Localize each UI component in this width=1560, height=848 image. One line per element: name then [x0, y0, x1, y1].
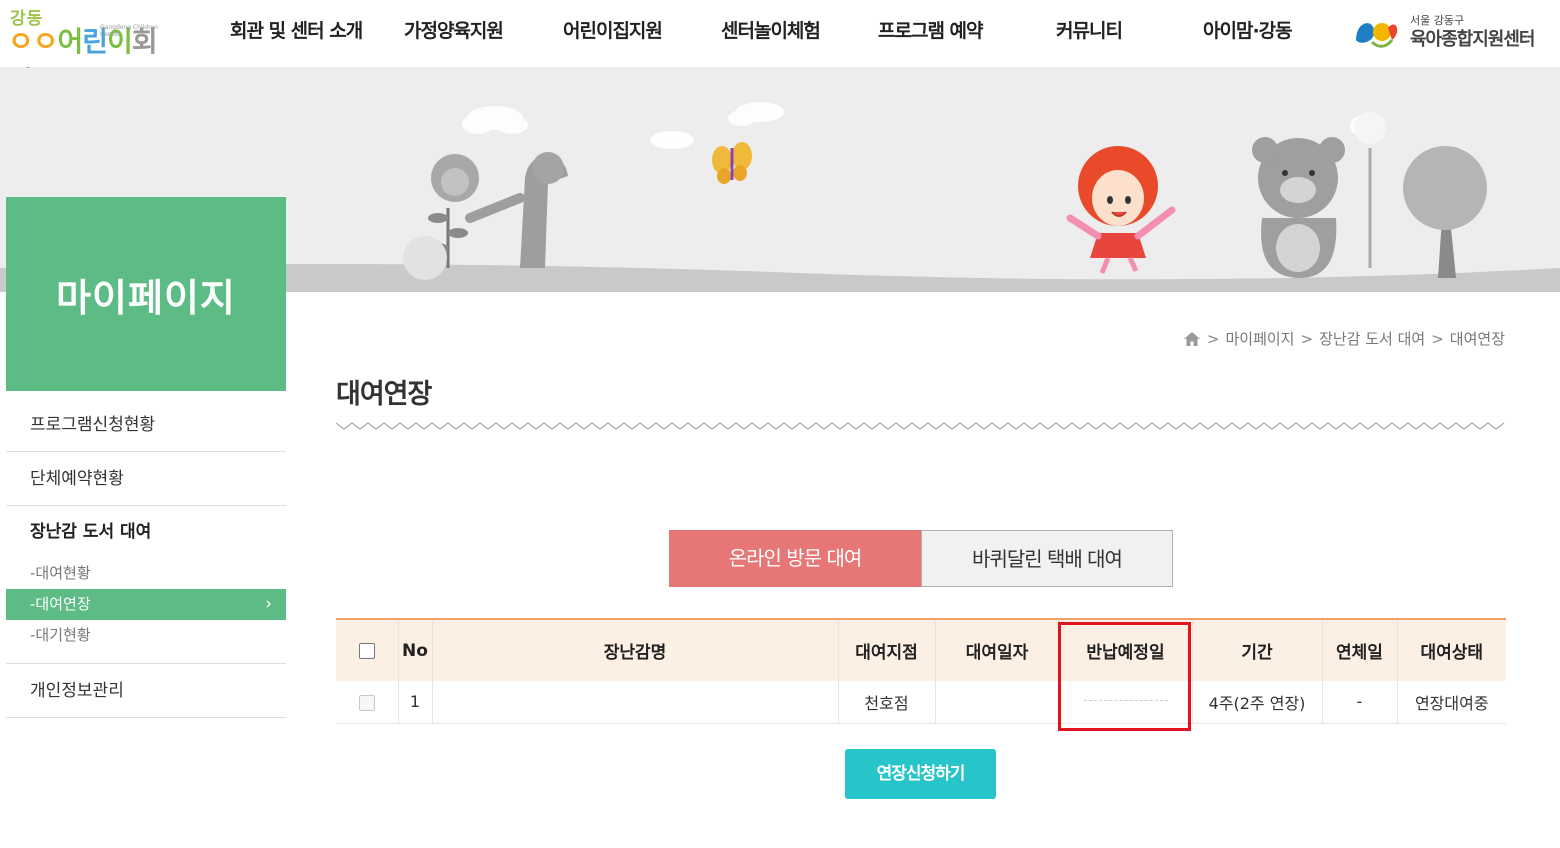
- rental-type-tabs: 온라인 방문 대여 바퀴달린 택배 대여: [669, 530, 1173, 587]
- cell-overdue: -: [1322, 681, 1398, 724]
- title-zigzag-divider: [336, 422, 1505, 430]
- breadcrumb-item-toy-book-rental[interactable]: 장난감 도서 대여: [1319, 328, 1425, 349]
- row-checkbox[interactable]: [358, 694, 375, 711]
- chevron-right-icon: ›: [265, 594, 272, 614]
- cell-branch: 천호점: [838, 681, 936, 724]
- header-no: No: [398, 619, 433, 681]
- nav-item-about[interactable]: 회관 및 센터 소개: [230, 16, 363, 43]
- logo-sub: Gangdong Children Center: [100, 24, 158, 38]
- select-all-checkbox[interactable]: [358, 642, 375, 659]
- extend-request-button[interactable]: 연장신청하기: [845, 749, 996, 799]
- site-logo[interactable]: 강동 ㅇㅇ어린이회관 Gangdong Children Center: [8, 4, 178, 98]
- cell-rent-date: [935, 681, 1060, 724]
- return-date-highlight-box: [1058, 622, 1191, 731]
- partner-logo[interactable]: 서울 강동구 육아종합지원센터: [1352, 10, 1542, 52]
- header-branch: 대여지점: [838, 619, 936, 681]
- tab-online-visit-rental[interactable]: 온라인 방문 대여: [669, 530, 921, 587]
- nav-item-home-parenting[interactable]: 가정양육지원: [404, 16, 504, 43]
- header-period: 기간: [1192, 619, 1323, 681]
- breadcrumb: > 마이페이지 > 장난감 도서 대여 > 대여연장: [1183, 328, 1505, 349]
- partner-line2: 육아종합지원센터: [1410, 29, 1535, 50]
- sidebar-item-personal-info[interactable]: 개인정보관리: [6, 664, 286, 718]
- breadcrumb-separator: >: [1431, 329, 1444, 348]
- sidebar-group-title[interactable]: 장난감 도서 대여: [6, 506, 286, 558]
- cell-period: 4주(2주 연장): [1192, 681, 1323, 724]
- cell-no: 1: [398, 681, 433, 724]
- sidebar-item-program-status[interactable]: 프로그램신청현황: [6, 398, 286, 452]
- table-row: 1 천호점 4주(2주 연장) - 연장대여중: [336, 681, 1506, 724]
- sidebar-item-group-booking[interactable]: 단체예약현황: [6, 452, 286, 506]
- rental-extension-table: No 장난감명 대여지점 대여일자 반납예정일 기간 연체일 대여상태 1 천호…: [336, 618, 1506, 724]
- nav-item-imom-gangdong[interactable]: 아이맘·강동: [1203, 16, 1293, 43]
- header-overdue: 연체일: [1322, 619, 1398, 681]
- sidebar-group-toy-book-rental: 장난감 도서 대여 -대여현황 -대여연장 › -대기현황: [6, 506, 286, 664]
- page-title: 대여연장: [336, 379, 432, 410]
- table-header-row: No 장난감명 대여지점 대여일자 반납예정일 기간 연체일 대여상태: [336, 619, 1506, 681]
- header-select-all: [336, 619, 399, 681]
- sidebar-menu: 프로그램신청현황 단체예약현황 장난감 도서 대여 -대여현황 -대여연장 › …: [6, 398, 286, 718]
- sidebar-sub-rental-extension-label: -대여연장: [30, 595, 91, 613]
- nav-item-program-booking[interactable]: 프로그램 예약: [878, 16, 983, 43]
- cell-status: 연장대여중: [1397, 681, 1506, 724]
- nav-item-community[interactable]: 커뮤니티: [1056, 16, 1123, 43]
- breadcrumb-item-mypage[interactable]: 마이페이지: [1225, 328, 1294, 349]
- header-toy-name: 장난감명: [432, 619, 839, 681]
- sidebar-sub-waiting-status[interactable]: -대기현황: [6, 620, 286, 651]
- cell-toy-name: [432, 681, 839, 724]
- partner-mark-icon: [1356, 23, 1398, 48]
- cell-select: [336, 681, 399, 724]
- breadcrumb-separator: >: [1206, 329, 1220, 348]
- home-icon[interactable]: [1183, 330, 1201, 348]
- header-rent-date: 대여일자: [935, 619, 1060, 681]
- tab-delivery-rental[interactable]: 바퀴달린 택배 대여: [921, 530, 1173, 587]
- sidebar-title-text: 마이페이지: [56, 275, 236, 320]
- nav-item-play-experience[interactable]: 센터놀이체험: [721, 16, 821, 43]
- sidebar-sub-rental-status[interactable]: -대여현황: [6, 558, 286, 589]
- sidebar-title: 마이페이지: [6, 197, 286, 391]
- breadcrumb-separator: >: [1300, 329, 1314, 348]
- nav-item-daycare-support[interactable]: 어린이집지원: [563, 16, 663, 43]
- site-header: 강동 ㅇㅇ어린이회관 Gangdong Children Center 회관 및…: [0, 0, 1560, 98]
- breadcrumb-item-current: 대여연장: [1449, 330, 1505, 348]
- sidebar-sub-rental-extension[interactable]: -대여연장 ›: [6, 589, 286, 620]
- header-status: 대여상태: [1397, 619, 1506, 681]
